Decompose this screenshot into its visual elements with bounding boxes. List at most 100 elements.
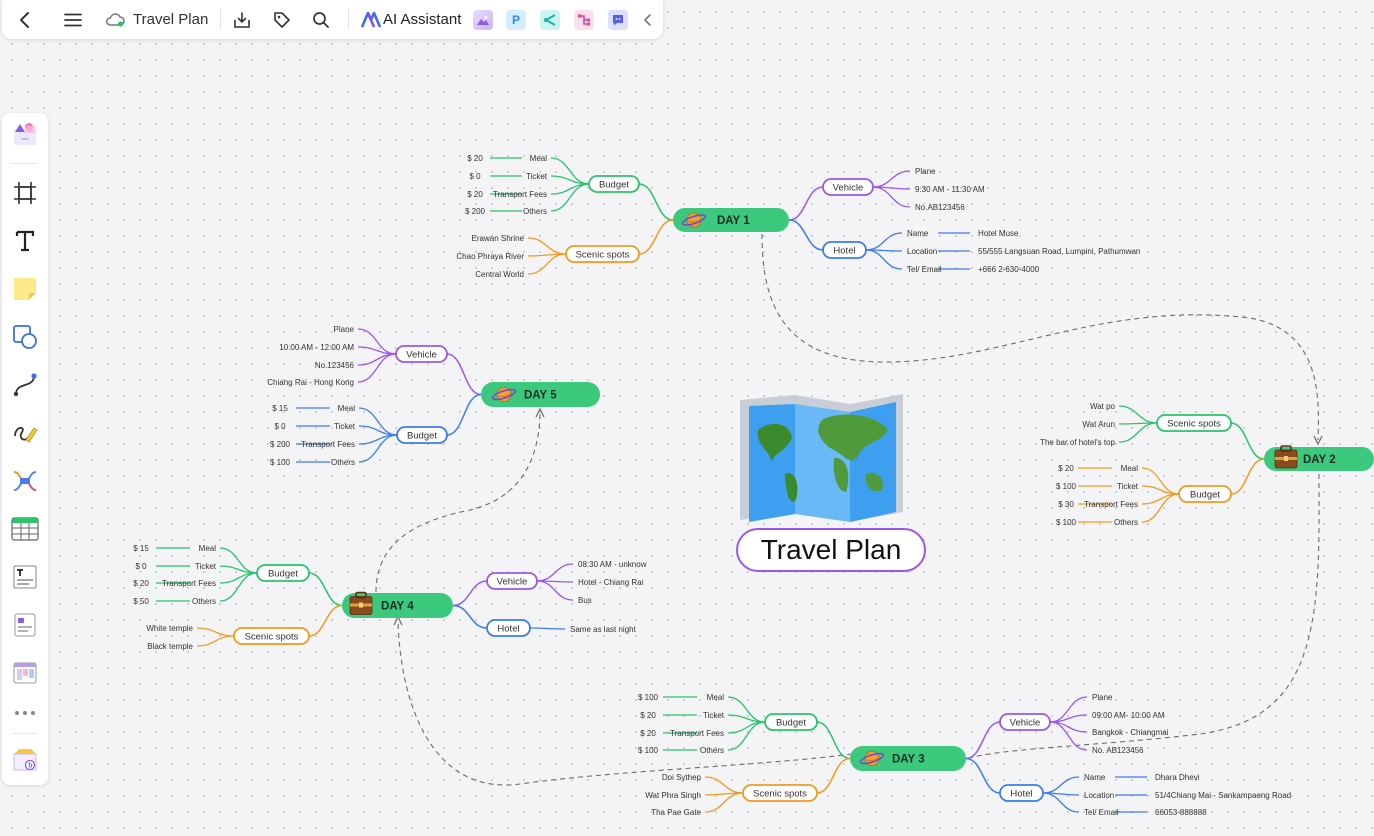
- leaf-label[interactable]: No.123456: [315, 361, 355, 370]
- branch-node[interactable]: Hotel: [999, 784, 1044, 802]
- leaf-label[interactable]: Bangkok - Chiangmai: [1092, 728, 1169, 737]
- leaf-label[interactable]: Bus: [578, 596, 592, 605]
- leaf-label[interactable]: Plane: [915, 167, 936, 176]
- leaf-label[interactable]: Others: [192, 597, 216, 606]
- day2-node[interactable]: DAY 2: [1264, 445, 1374, 471]
- branch-node[interactable]: Budget: [256, 564, 310, 582]
- leaf-label[interactable]: Others: [700, 746, 724, 755]
- leaf-value[interactable]: $ 100: [1056, 482, 1077, 491]
- leaf-label[interactable]: Ticket: [195, 562, 217, 571]
- branch-node[interactable]: Scenic spots: [1156, 414, 1232, 432]
- day4-node[interactable]: DAY 4: [342, 591, 453, 619]
- leaf-key[interactable]: Tel/ Email: [1084, 808, 1119, 817]
- branch-node[interactable]: Vehicle: [822, 178, 874, 196]
- leaf-label[interactable]: 10:00 AM - 12:00 AM: [279, 343, 354, 352]
- leaf-value[interactable]: $ 15: [133, 544, 149, 553]
- leaf-value[interactable]: $ 20: [640, 729, 656, 738]
- leaf-label[interactable]: Chiang Rai - Hong Kong: [267, 378, 354, 387]
- leaf-value[interactable]: 51/4Chiang Mai - Sankampaeng Road: [1155, 791, 1291, 800]
- branch-node[interactable]: Budget: [764, 713, 818, 731]
- leaf-value[interactable]: $ 20: [640, 711, 656, 720]
- leaf-label[interactable]: Tha Pae Gate: [651, 808, 701, 817]
- leaf-label[interactable]: Transport Fees: [162, 579, 216, 588]
- leaf-label[interactable]: Others: [1114, 518, 1138, 527]
- leaf-value[interactable]: $ 15: [272, 404, 288, 413]
- leaf-label[interactable]: Others: [523, 207, 547, 216]
- branch-node[interactable]: Hotel: [486, 619, 531, 637]
- leaf-label[interactable]: Meal: [199, 544, 217, 553]
- leaf-label[interactable]: The bar of hotel's top: [1040, 438, 1115, 447]
- branch-node[interactable]: Scenic spots: [565, 245, 640, 263]
- leaf-value[interactable]: $ 0: [469, 172, 481, 181]
- leaf-value[interactable]: $ 30: [1058, 500, 1074, 509]
- leaf-key[interactable]: Name: [907, 229, 929, 238]
- leaf-key[interactable]: Location: [907, 247, 937, 256]
- leaf-value[interactable]: Dhara Dhevi: [1155, 773, 1200, 782]
- branch-node[interactable]: Vehicle: [395, 345, 448, 363]
- leaf-value[interactable]: $ 50: [133, 597, 149, 606]
- leaf-label[interactable]: Transport Fees: [301, 440, 355, 449]
- leaf-value[interactable]: $ 20: [133, 579, 149, 588]
- leaf-label[interactable]: Ticket: [526, 172, 548, 181]
- leaf-label[interactable]: Ticket: [1117, 482, 1139, 491]
- branch-node[interactable]: Scenic spots: [233, 627, 310, 645]
- leaf-label[interactable]: Meal: [1121, 464, 1139, 473]
- leaf-value[interactable]: $ 200: [270, 440, 291, 449]
- branch-node[interactable]: Vehicle: [486, 572, 538, 590]
- leaf-value[interactable]: $ 20: [1058, 464, 1074, 473]
- leaf-label[interactable]: Plane: [1092, 693, 1113, 702]
- leaf-label[interactable]: 09:00 AM- 10:00 AM: [1092, 711, 1165, 720]
- leaf-label[interactable]: Chao Phraya River: [456, 252, 524, 261]
- leaf-label[interactable]: Central World: [475, 270, 524, 279]
- branch-node[interactable]: Budget: [396, 426, 448, 444]
- leaf-value[interactable]: $ 200: [465, 207, 486, 216]
- leaf-key[interactable]: Location: [1084, 791, 1114, 800]
- leaf-label[interactable]: 08:30 AM - unknow: [578, 560, 647, 569]
- leaf-label[interactable]: Wat Arun: [1082, 420, 1115, 429]
- branch-node[interactable]: Scenic spots: [742, 784, 818, 802]
- leaf-label[interactable]: 9:30 AM - 11:30 AM: [915, 185, 985, 194]
- leaf-value[interactable]: Hotel Muse: [978, 229, 1019, 238]
- leaf-label[interactable]: Black temple: [147, 642, 193, 651]
- leaf-value[interactable]: +666 2-630-4000: [978, 265, 1040, 274]
- day5-node[interactable]: DAY 5: [481, 382, 600, 407]
- leaf-label[interactable]: Plane: [334, 325, 355, 334]
- branch-node[interactable]: Vehicle: [999, 713, 1051, 731]
- leaf-label[interactable]: No. AB123456: [1092, 746, 1144, 755]
- leaf-label[interactable]: Wat Phra Singh: [645, 791, 701, 800]
- leaf-value[interactable]: $ 100: [638, 693, 659, 702]
- branch-node[interactable]: Hotel: [822, 241, 867, 259]
- leaf-label[interactable]: Meal: [338, 404, 356, 413]
- branch-node[interactable]: Budget: [1178, 485, 1232, 503]
- leaf-value[interactable]: $ 100: [1056, 518, 1077, 527]
- leaf-key[interactable]: Name: [1084, 773, 1106, 782]
- leaf-value[interactable]: $ 0: [135, 562, 147, 571]
- leaf-label[interactable]: Erawan Shrine: [472, 234, 525, 243]
- leaf-value[interactable]: $ 0: [274, 422, 286, 431]
- leaf-label[interactable]: Wat po: [1090, 402, 1116, 411]
- leaf-value[interactable]: $ 20: [467, 154, 483, 163]
- leaf-label[interactable]: Transport Fees: [493, 190, 547, 199]
- leaf-label[interactable]: Ticket: [703, 711, 725, 720]
- leaf-label[interactable]: No.AB123456: [915, 203, 965, 212]
- leaf-label[interactable]: Meal: [707, 693, 725, 702]
- leaf-value[interactable]: $ 100: [270, 458, 291, 467]
- leaf-value[interactable]: 66053-888888: [1155, 808, 1207, 817]
- day3-node[interactable]: DAY 3: [850, 746, 966, 771]
- leaf-value[interactable]: 55/555 Langsuan Road, Lumpini, Pathumwan: [978, 247, 1140, 256]
- leaf-value[interactable]: $ 20: [467, 190, 483, 199]
- leaf-label[interactable]: Ticket: [334, 422, 356, 431]
- leaf-label[interactable]: Doi Sythep: [662, 773, 702, 782]
- leaf-label[interactable]: Same as last night: [570, 625, 637, 634]
- leaf-label[interactable]: Hotel - Chiang Rai: [578, 578, 644, 587]
- leaf-label[interactable]: White temple: [146, 624, 193, 633]
- leaf-label[interactable]: Meal: [530, 154, 548, 163]
- leaf-value[interactable]: $ 100: [638, 746, 659, 755]
- center-title-node[interactable]: Travel Plan: [736, 528, 926, 572]
- leaf-label[interactable]: Others: [331, 458, 355, 467]
- leaf-label[interactable]: Transport Fees: [670, 729, 724, 738]
- leaf-label[interactable]: Transport Fees: [1084, 500, 1138, 509]
- day1-node[interactable]: DAY 1: [673, 208, 789, 232]
- branch-node[interactable]: Budget: [588, 175, 640, 193]
- leaf-key[interactable]: Tel/ Email: [907, 265, 942, 274]
